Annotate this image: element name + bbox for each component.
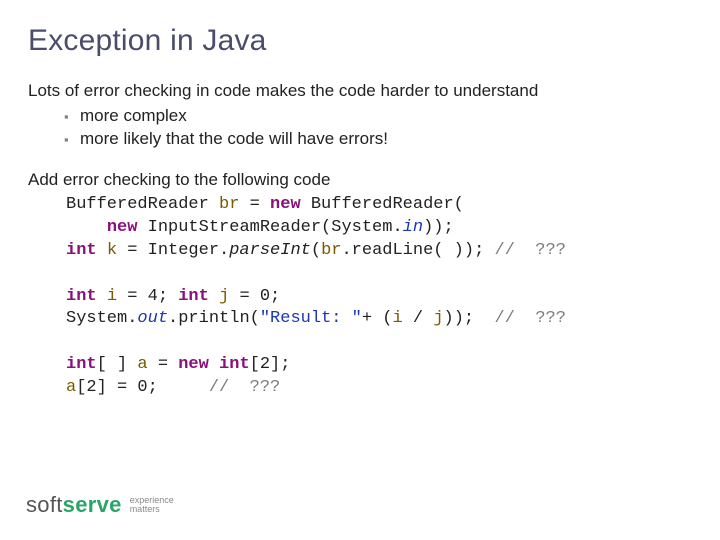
logo-serve: serve <box>63 492 122 517</box>
code-line: new InputStreamReader(System.in)); <box>66 218 454 237</box>
logo: softserve experience matters <box>26 492 174 518</box>
code-line: a[2] = 0; // ??? <box>66 378 280 397</box>
code-line: int[ ] a = new int[2]; <box>66 355 290 374</box>
logo-tagline: experience matters <box>130 496 174 515</box>
lead-text: Lots of error checking in code makes the… <box>28 80 692 103</box>
logo-tag-line2: matters <box>130 505 174 514</box>
code-line: BufferedReader br = new BufferedReader( <box>66 195 464 214</box>
list-item: more complex <box>28 105 692 128</box>
logo-soft: soft <box>26 492 63 517</box>
code-line: System.out.println("Result: "+ (i / j));… <box>66 309 566 328</box>
code-block: BufferedReader br = new BufferedReader( … <box>28 194 692 400</box>
slide-title: Exception in Java <box>28 24 692 58</box>
bullet-list: more complex more likely that the code w… <box>28 105 692 151</box>
slide-body: Lots of error checking in code makes the… <box>28 80 692 400</box>
code-line: int i = 4; int j = 0; <box>66 287 280 306</box>
code-line: int k = Integer.parseInt(br.readLine( ))… <box>66 241 566 260</box>
logo-wordmark: softserve <box>26 492 122 518</box>
lead2-text: Add error checking to the following code <box>28 169 692 192</box>
list-item: more likely that the code will have erro… <box>28 128 692 151</box>
slide: Exception in Java Lots of error checking… <box>0 0 720 540</box>
